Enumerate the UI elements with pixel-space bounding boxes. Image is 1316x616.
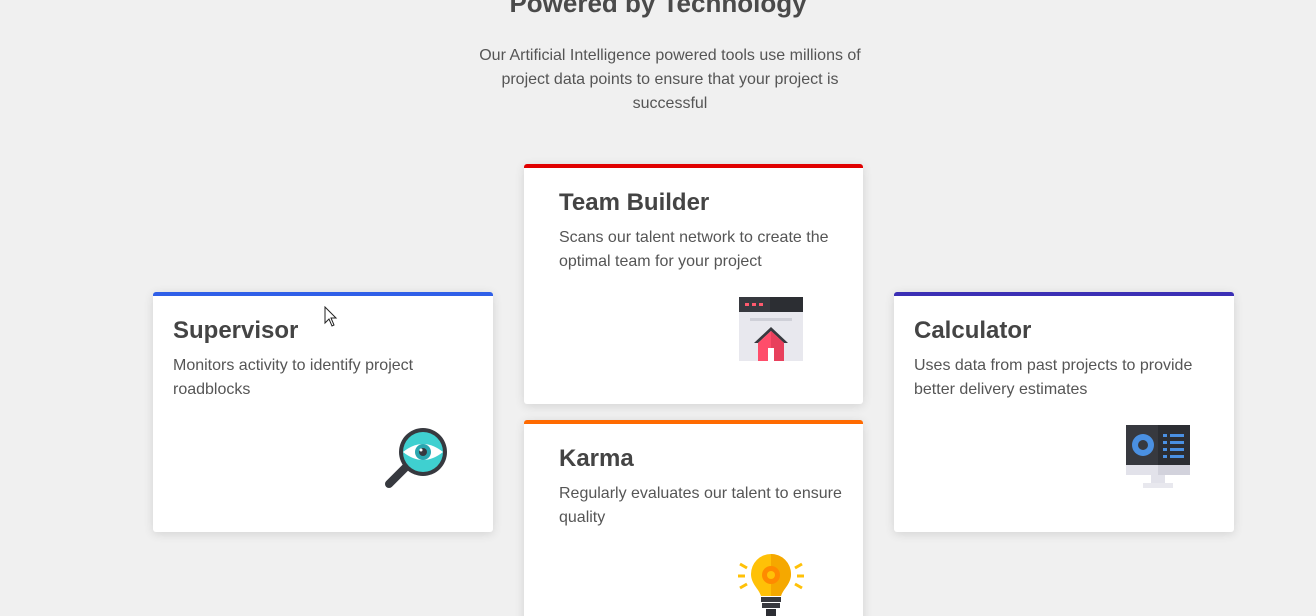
supervisor-description: Monitors activity to identify project ro… <box>173 357 414 398</box>
section-title: Powered by Technology <box>509 0 807 18</box>
mouse-cursor-icon <box>324 306 338 327</box>
calculator-description: Uses data from past projects to provide … <box>914 357 1193 398</box>
calculator-title: Calculator <box>914 317 1032 344</box>
karma-card[interactable]: Karma Regularly evaluates our talent to … <box>524 420 863 616</box>
supervisor-card[interactable]: Supervisor Monitors activity to identify… <box>153 292 493 532</box>
section-subtitle: Our Artificial Intelligence powered tool… <box>479 47 861 112</box>
karma-title: Karma <box>559 445 634 472</box>
monitor-dashboard-icon <box>1126 425 1190 488</box>
karma-description: Regularly evaluates our talent to ensure… <box>559 485 842 526</box>
technology-section: Powered by Technology Our Artificial Int… <box>0 0 1316 616</box>
team-builder-card[interactable]: Team Builder Scans our talent network to… <box>524 164 863 404</box>
lightbulb-gear-icon <box>738 554 804 616</box>
team-builder-title: Team Builder <box>559 189 710 216</box>
browser-house-icon <box>739 297 803 361</box>
supervisor-title: Supervisor <box>173 317 299 344</box>
team-builder-description: Scans our talent network to create the o… <box>559 229 829 270</box>
calculator-card[interactable]: Calculator Uses data from past projects … <box>894 292 1234 532</box>
magnifier-eye-icon <box>385 428 447 488</box>
